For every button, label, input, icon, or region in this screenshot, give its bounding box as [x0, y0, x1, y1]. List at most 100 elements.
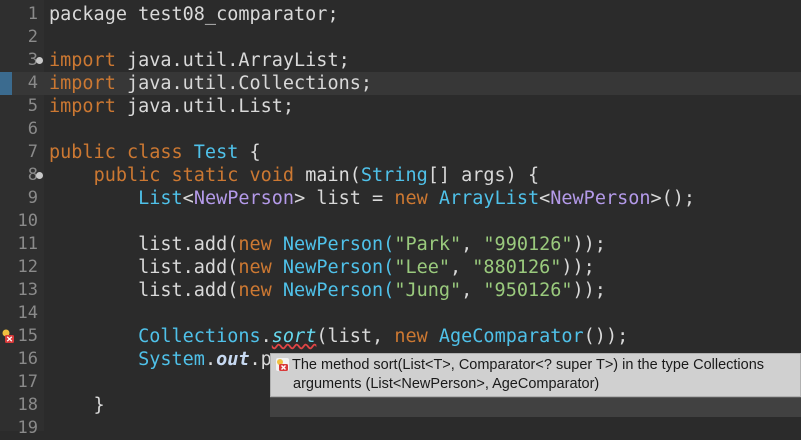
code-token: . — [260, 326, 272, 347]
code-token: new — [394, 188, 439, 209]
code-token: import — [49, 96, 116, 117]
code-token: "Park" — [394, 234, 462, 255]
line-number: 9 — [27, 188, 38, 208]
line-number: 2 — [27, 27, 38, 47]
code-token: new — [238, 257, 283, 278]
line-number: 10 — [17, 211, 38, 231]
tooltip-status-bar — [270, 397, 801, 417]
code-line-1[interactable]: 1 package test08_comparator; — [0, 3, 801, 26]
line-number: 13 — [17, 280, 38, 300]
code-text[interactable]: System.out.p — [49, 348, 272, 371]
code-text[interactable]: public static void main(String[] args) { — [49, 164, 540, 187]
code-text[interactable]: List<NewPerson> list = new ArrayList<New… — [49, 187, 695, 210]
code-token: ArrayList — [438, 188, 540, 209]
code-token: new — [238, 234, 283, 255]
code-token: > list = — [294, 188, 395, 209]
code-line-13[interactable]: 13 list.add(new NewPerson("Jung", "95012… — [0, 279, 801, 302]
code-line-15[interactable]: 15 Collections.sort(list, new AgeCompara… — [0, 325, 801, 348]
error-icon — [276, 358, 289, 371]
code-token: , — [461, 280, 484, 301]
line-number: 8 — [27, 165, 38, 185]
code-token: "Lee" — [394, 257, 451, 278]
line-number: 4 — [27, 73, 38, 93]
code-token: String — [360, 165, 428, 186]
code-token: "880126" — [472, 257, 562, 278]
code-token: public class — [49, 142, 194, 163]
code-token: java.util.Collections; — [115, 73, 373, 94]
code-text[interactable]: import java.util.List; — [49, 95, 294, 118]
fold-toggle-icon[interactable] — [36, 172, 43, 179]
line-number: 7 — [27, 142, 38, 162]
code-line-9[interactable]: 9 List<NewPerson> list = new ArrayList<N… — [0, 187, 801, 210]
code-token: "950126" — [483, 280, 573, 301]
line-number: 18 — [17, 395, 38, 415]
line-number: 15 — [17, 326, 38, 346]
code-token: java.util.List; — [115, 96, 295, 117]
fold-toggle-icon[interactable] — [36, 57, 43, 64]
code-token: main( — [305, 165, 361, 186]
code-line-14[interactable]: 14 — [0, 302, 801, 325]
code-text[interactable]: list.add(new NewPerson("Park", "990126")… — [49, 233, 606, 256]
code-token: "990126" — [483, 234, 573, 255]
code-token: Test — [193, 142, 239, 163]
code-token: list.add( — [49, 257, 239, 278]
code-token: new — [238, 280, 283, 301]
code-token: AgeComparator — [438, 326, 584, 347]
code-text[interactable]: list.add(new NewPerson("Lee", "880126"))… — [49, 256, 595, 279]
code-line-4[interactable]: 4 import java.util.Collections; — [0, 72, 801, 95]
code-token: import — [49, 73, 116, 94]
code-token: new — [394, 326, 439, 347]
line-number: 12 — [17, 257, 38, 277]
code-line-8[interactable]: 8 public static void main(String[] args)… — [0, 164, 801, 187]
code-token: NewPerson( — [282, 234, 395, 255]
code-line-2[interactable]: 2 — [0, 26, 801, 49]
tooltip-message: The method sort(List<T>, Comparator<? su… — [292, 357, 765, 373]
code-token: , — [461, 234, 484, 255]
line-number: 16 — [17, 349, 38, 369]
line-number: 1 — [27, 4, 38, 24]
code-token: )); — [572, 280, 606, 301]
code-token: >(); — [650, 188, 696, 209]
code-text[interactable]: list.add(new NewPerson("Jung", "950126")… — [49, 279, 606, 302]
tooltip-line-1: The method sort(List<T>, Comparator<? su… — [276, 356, 800, 375]
code-line-3[interactable]: 3 import java.util.ArrayList; — [0, 49, 801, 72]
code-token: NewPerson( — [282, 280, 395, 301]
code-token: NewPerson — [550, 188, 651, 209]
code-token: .p — [249, 349, 272, 370]
code-line-5[interactable]: 5 import java.util.List; — [0, 95, 801, 118]
code-text[interactable]: } — [49, 394, 105, 417]
code-token: )); — [561, 257, 595, 278]
code-token: list.add( — [49, 234, 239, 255]
tooltip-line-2: arguments (List<NewPerson>, AgeComparato… — [293, 376, 600, 392]
line-number: 14 — [17, 303, 38, 323]
code-line-12[interactable]: 12 list.add(new NewPerson("Lee", "880126… — [0, 256, 801, 279]
line-number: 19 — [17, 418, 38, 438]
code-text[interactable]: import java.util.Collections; — [49, 72, 372, 95]
code-text[interactable]: Collections.sort(list, new AgeComparator… — [49, 325, 628, 348]
code-line-10[interactable]: 10 — [0, 210, 801, 233]
code-token: [] args) { — [427, 165, 540, 186]
code-token: java.util.ArrayList; — [115, 50, 350, 71]
code-text[interactable]: public class Test { — [49, 141, 261, 164]
code-text[interactable]: package test08_comparator; — [49, 3, 339, 26]
code-token: < — [182, 188, 194, 209]
code-token: list.add( — [49, 280, 239, 301]
code-token: "Jung" — [394, 280, 462, 301]
code-line-11[interactable]: 11 list.add(new NewPerson("Park", "99012… — [0, 233, 801, 256]
line-number: 6 — [27, 119, 38, 139]
code-token: public static void — [93, 165, 306, 186]
line-number: 17 — [17, 372, 38, 392]
code-line-19[interactable]: 19 — [0, 417, 801, 440]
code-text[interactable]: import java.util.ArrayList; — [49, 49, 350, 72]
line-number: 3 — [27, 50, 38, 70]
code-token: (list, — [316, 326, 395, 347]
line-number: 11 — [17, 234, 38, 254]
code-line-6[interactable]: 6 — [0, 118, 801, 141]
code-token: < — [539, 188, 551, 209]
code-token: , — [450, 257, 473, 278]
code-token: Collections — [138, 326, 261, 347]
code-line-7[interactable]: 7 public class Test { — [0, 141, 801, 164]
code-token: NewPerson( — [282, 257, 395, 278]
